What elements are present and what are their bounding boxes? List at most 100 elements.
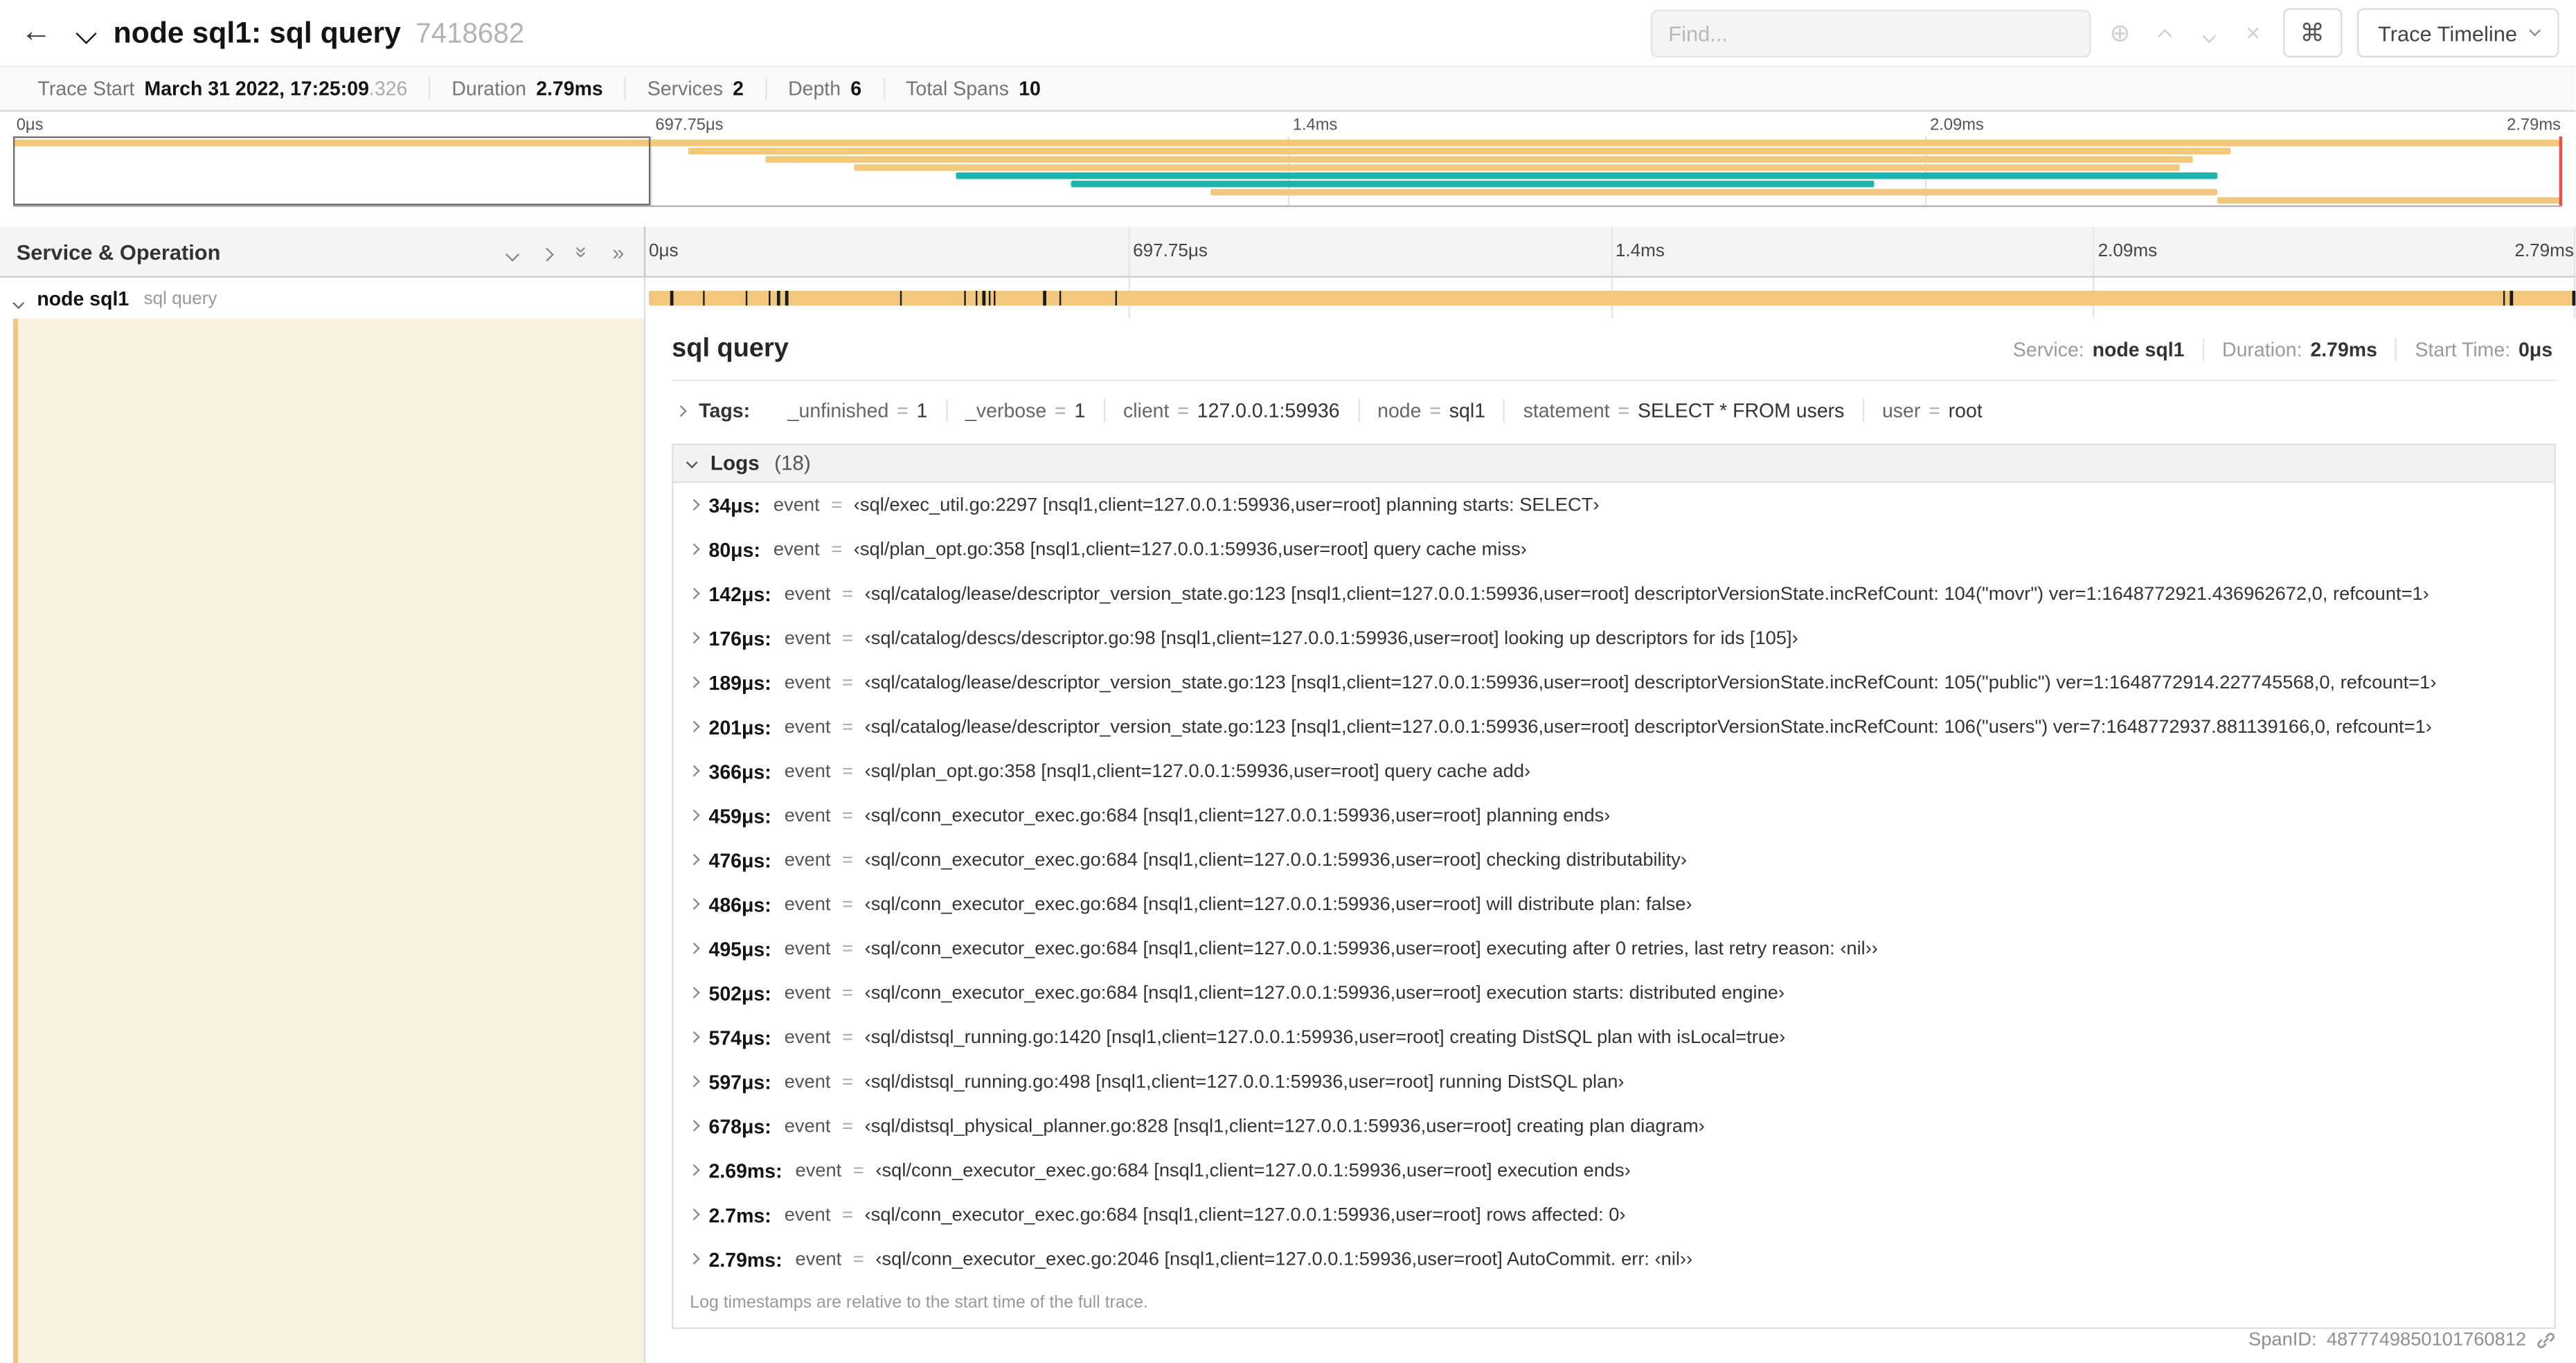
log-entry[interactable]: 80μs: event = ‹sql/plan_opt.go:358 [nsql…: [674, 527, 2555, 571]
log-entry[interactable]: 366μs: event = ‹sql/plan_opt.go:358 [nsq…: [674, 749, 2555, 794]
find-input[interactable]: [1650, 9, 2091, 57]
page-title: node sql1: sql query 7418682: [114, 16, 525, 51]
meta-value: node sql1: [2092, 338, 2185, 362]
equals-sign: =: [1429, 399, 1441, 422]
minimap-span-bar: [764, 156, 2193, 163]
log-marker-tick: [963, 290, 967, 306]
prev-match-chevron-up-icon[interactable]: [2149, 19, 2179, 46]
log-field-key: event: [784, 584, 831, 604]
logs-accordion-header[interactable]: Logs (18): [673, 445, 2555, 483]
log-message: ‹sql/exec_util.go:2297 [nsql1,client=127…: [853, 495, 1600, 515]
log-entry[interactable]: 597μs: event = ‹sql/distsql_running.go:4…: [674, 1060, 2555, 1104]
log-entry[interactable]: 201μs: event = ‹sql/catalog/lease/descri…: [674, 705, 2555, 749]
tag-key: client: [1122, 399, 1170, 422]
summary-value-suffix: .326: [368, 77, 408, 100]
equals-sign: =: [1618, 399, 1630, 422]
view-selector-dropdown[interactable]: Trace Timeline: [2356, 8, 2559, 58]
tags-label: Tags:: [699, 399, 751, 422]
summary-value: 6: [850, 77, 862, 100]
log-entry[interactable]: 486μs: event = ‹sql/conn_executor_exec.g…: [674, 882, 2555, 927]
log-message: ‹sql/conn_executor_exec.go:684 [nsql1,cl…: [864, 850, 1688, 870]
tag-key: user: [1881, 399, 1921, 422]
tag-value: 1: [1074, 399, 1086, 422]
log-entry[interactable]: 476μs: event = ‹sql/conn_executor_exec.g…: [674, 838, 2555, 882]
logs-title: Logs: [710, 452, 760, 475]
ruler-tick-label: 2.09ms: [2098, 241, 2158, 262]
collapse-all-double-chevron-down-icon[interactable]: »: [569, 240, 594, 262]
log-entry[interactable]: 459μs: event = ‹sql/conn_executor_exec.g…: [674, 794, 2555, 838]
minimap-canvas[interactable]: [12, 136, 2563, 207]
tags-list: _unfinished = 1 _verbose = 1 client = 12…: [770, 399, 2001, 422]
tags-row[interactable]: Tags: _unfinished = 1 _verbose = 1 clien…: [672, 381, 2556, 425]
tag-pair: statement = SELECT * FROM users: [1503, 399, 1862, 422]
span-row-timeline-cell[interactable]: [645, 277, 2576, 319]
title-collapse-chevron-icon[interactable]: [75, 21, 97, 46]
log-entry[interactable]: 574μs: event = ‹sql/distsql_running.go:1…: [674, 1015, 2555, 1060]
log-entry[interactable]: 495μs: event = ‹sql/conn_executor_exec.g…: [674, 927, 2555, 971]
span-id-label: SpanID:: [2248, 1330, 2317, 1351]
minimap-selection[interactable]: [12, 136, 651, 206]
span-collapse-chevron-down-icon[interactable]: [13, 286, 24, 311]
next-match-chevron-down-icon[interactable]: [2194, 19, 2224, 46]
log-message: ‹sql/distsql_running.go:1420 [nsql1,clie…: [864, 1027, 1786, 1048]
collapse-one-chevron-down-icon[interactable]: [504, 240, 519, 262]
equals-sign: =: [842, 938, 854, 959]
summary-label: Total Spans: [906, 77, 1009, 100]
summary-label: Services: [647, 77, 723, 100]
log-entry[interactable]: 678μs: event = ‹sql/distsql_physical_pla…: [674, 1104, 2555, 1148]
log-entry[interactable]: 2.79ms: event = ‹sql/conn_executor_exec.…: [674, 1237, 2555, 1281]
page-header: ← node sql1: sql query 7418682 ⊕ × ⌘ Tra…: [0, 0, 2576, 68]
span-row-name-cell[interactable]: node sql1 sql query: [0, 277, 646, 319]
equals-sign: =: [1177, 399, 1189, 422]
span-row[interactable]: node sql1 sql query: [0, 277, 2576, 319]
log-timestamp: 34μs:: [708, 493, 760, 517]
log-message: ‹sql/catalog/descs/descriptor.go:98 [nsq…: [864, 628, 1798, 648]
log-entry[interactable]: 502μs: event = ‹sql/conn_executor_exec.g…: [674, 971, 2555, 1015]
log-field-key: event: [784, 672, 831, 693]
span-bar[interactable]: [648, 290, 2575, 306]
log-entry[interactable]: 2.7ms: event = ‹sql/conn_executor_exec.g…: [674, 1193, 2555, 1237]
tag-pair: _verbose = 1: [945, 399, 1104, 422]
ruler-tick-label: 0μs: [648, 241, 679, 262]
gridline: [2573, 226, 2576, 276]
log-message: ‹sql/conn_executor_exec.go:684 [nsql1,cl…: [864, 894, 1692, 915]
log-entry[interactable]: 142μs: event = ‹sql/catalog/lease/descri…: [674, 571, 2555, 616]
copy-link-icon[interactable]: [2536, 1330, 2555, 1350]
log-marker-tick: [2510, 290, 2513, 306]
focus-match-icon[interactable]: ⊕: [2105, 18, 2135, 47]
log-entry[interactable]: 34μs: event = ‹sql/exec_util.go:2297 [ns…: [674, 483, 2555, 527]
span-detail-header: sql query Service: node sql1 Duration: 2.7…: [672, 335, 2556, 365]
log-timestamp: 574μs:: [708, 1026, 771, 1049]
tag-value: root: [1948, 399, 1983, 422]
keyboard-shortcuts-button[interactable]: ⌘: [2282, 8, 2342, 58]
logs-section: Logs (18) 34μs: event = ‹sql/exec_util.g…: [672, 443, 2556, 1329]
chevron-right-icon: [688, 988, 699, 999]
log-entry[interactable]: 2.69ms: event = ‹sql/conn_executor_exec.…: [674, 1148, 2555, 1193]
minimap-span-bar: [1211, 188, 2219, 196]
equals-sign: =: [1929, 399, 1940, 422]
back-button[interactable]: ←: [6, 0, 65, 66]
logs-count: (18): [774, 452, 811, 475]
minimap-span-bar: [1071, 180, 1875, 188]
log-message: ‹sql/plan_opt.go:358 [nsql1,client=127.0…: [853, 540, 1527, 560]
equals-sign: =: [842, 584, 854, 604]
clear-find-close-icon[interactable]: ×: [2238, 19, 2268, 46]
log-field-key: event: [784, 1027, 831, 1048]
tag-pair: _unfinished = 1: [770, 399, 946, 422]
axis-tick-label: 2.79ms: [2507, 116, 2561, 135]
summary-value-wrap: 10: [1019, 77, 1041, 100]
equals-sign: =: [842, 761, 854, 781]
log-entry[interactable]: 176μs: event = ‹sql/catalog/descs/descri…: [674, 616, 2555, 661]
log-marker-tick: [670, 290, 674, 306]
tag-key: _unfinished: [787, 399, 889, 422]
log-timestamp: 486μs:: [708, 893, 771, 916]
log-timestamp: 476μs:: [708, 848, 771, 872]
span-id-row: SpanID: 4877749850101760812: [2248, 1330, 2556, 1351]
expand-one-chevron-right-icon[interactable]: [539, 240, 553, 262]
log-entry[interactable]: 189μs: event = ‹sql/catalog/lease/descri…: [674, 661, 2555, 705]
gridline: [650, 136, 652, 206]
summary-label: Duration: [451, 77, 526, 100]
log-marker-tick: [785, 290, 789, 306]
expand-all-double-chevron-right-icon[interactable]: »: [612, 240, 624, 262]
summary-item: Depth 6: [764, 77, 883, 100]
